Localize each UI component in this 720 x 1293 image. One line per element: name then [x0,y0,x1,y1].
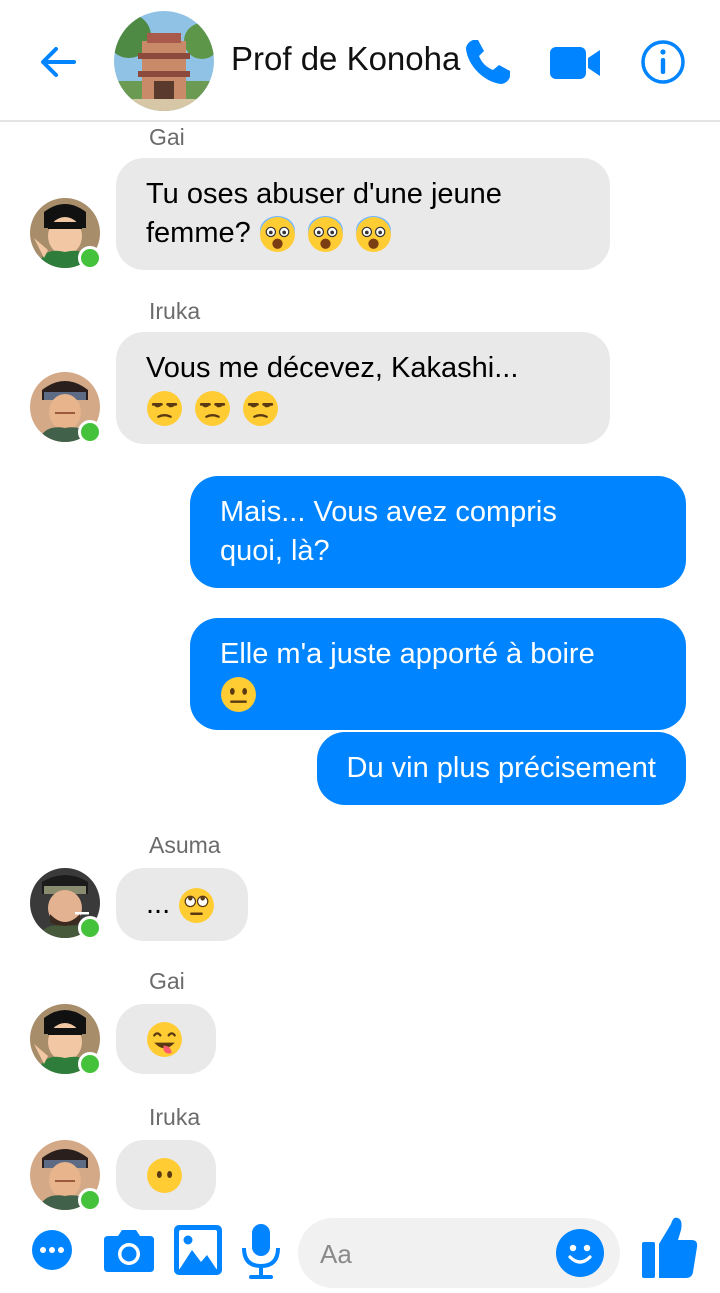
message-text: Tu oses abuser d'une jeune [146,178,502,210]
conversation-title: Prof de Konoha [231,40,461,77]
video-camera-icon[interactable] [548,44,602,82]
message-bubble-incoming[interactable]: Tu oses abuser d'une jeune femme? [116,158,610,270]
avatar[interactable] [30,868,102,940]
sender-name: Gai [149,968,185,994]
sender-name: Gai [149,124,185,150]
message-text: Vous me décevez, Kakashi... [146,352,519,384]
message-text: Elle m'a juste apporté à boire [220,638,595,670]
message-bubble-outgoing[interactable]: Mais... Vous avez compris quoi, là? [190,476,686,588]
face-savoring-food-emoji [146,1021,186,1057]
message-text-cont: femme? [146,217,251,249]
info-icon[interactable] [640,39,686,85]
eye-roll-face-emoji [178,887,218,923]
online-indicator [78,916,102,940]
face-without-mouth-emoji [146,1157,186,1193]
phone-icon[interactable] [462,36,514,88]
message-bubble-outgoing[interactable]: Du vin plus précisement [316,732,686,805]
avatar[interactable] [30,198,102,270]
message-bubble-incoming[interactable]: ... [116,868,249,941]
message-text: ... [146,888,171,920]
message-bubble-incoming[interactable] [116,1140,216,1210]
avatar[interactable] [30,372,102,444]
image-icon[interactable] [172,1223,224,1277]
message-text: Du vin plus précisement [346,752,656,784]
microphone-icon[interactable] [240,1222,282,1282]
sender-name: Iruka [149,298,201,324]
message-bubble-incoming[interactable] [116,1004,216,1074]
message-bubble-incoming[interactable]: Vous me décevez, Kakashi... [116,332,610,444]
message-composer: Aa [0,1210,720,1293]
online-indicator [78,1188,102,1212]
conversation-header: Prof de Konoha [0,0,720,122]
avatar[interactable] [30,1140,102,1212]
online-indicator [78,420,102,444]
online-indicator [78,1052,102,1076]
message-text-cont: quoi, là? [220,535,330,567]
thumbs-up-icon[interactable] [640,1214,700,1280]
sender-name: Asuma [149,832,221,858]
emoji-icon[interactable] [556,1229,604,1277]
more-icon[interactable] [32,1230,72,1270]
avatar[interactable] [30,1004,102,1076]
neutral-face-emoji [220,674,656,713]
sender-name: Iruka [149,1104,201,1130]
camera-icon[interactable] [102,1226,156,1274]
online-indicator [78,246,102,270]
message-input-placeholder: Aa [320,1239,352,1269]
fearful-face-emoji [259,215,395,252]
message-input[interactable]: Aa [298,1218,620,1288]
message-bubble-outgoing[interactable]: Elle m'a juste apporté à boire [190,618,686,730]
unamused-face-emoji [146,388,580,427]
group-avatar[interactable] [114,11,214,111]
message-text: Mais... Vous avez compris [220,496,557,528]
back-arrow-icon[interactable] [36,40,80,84]
